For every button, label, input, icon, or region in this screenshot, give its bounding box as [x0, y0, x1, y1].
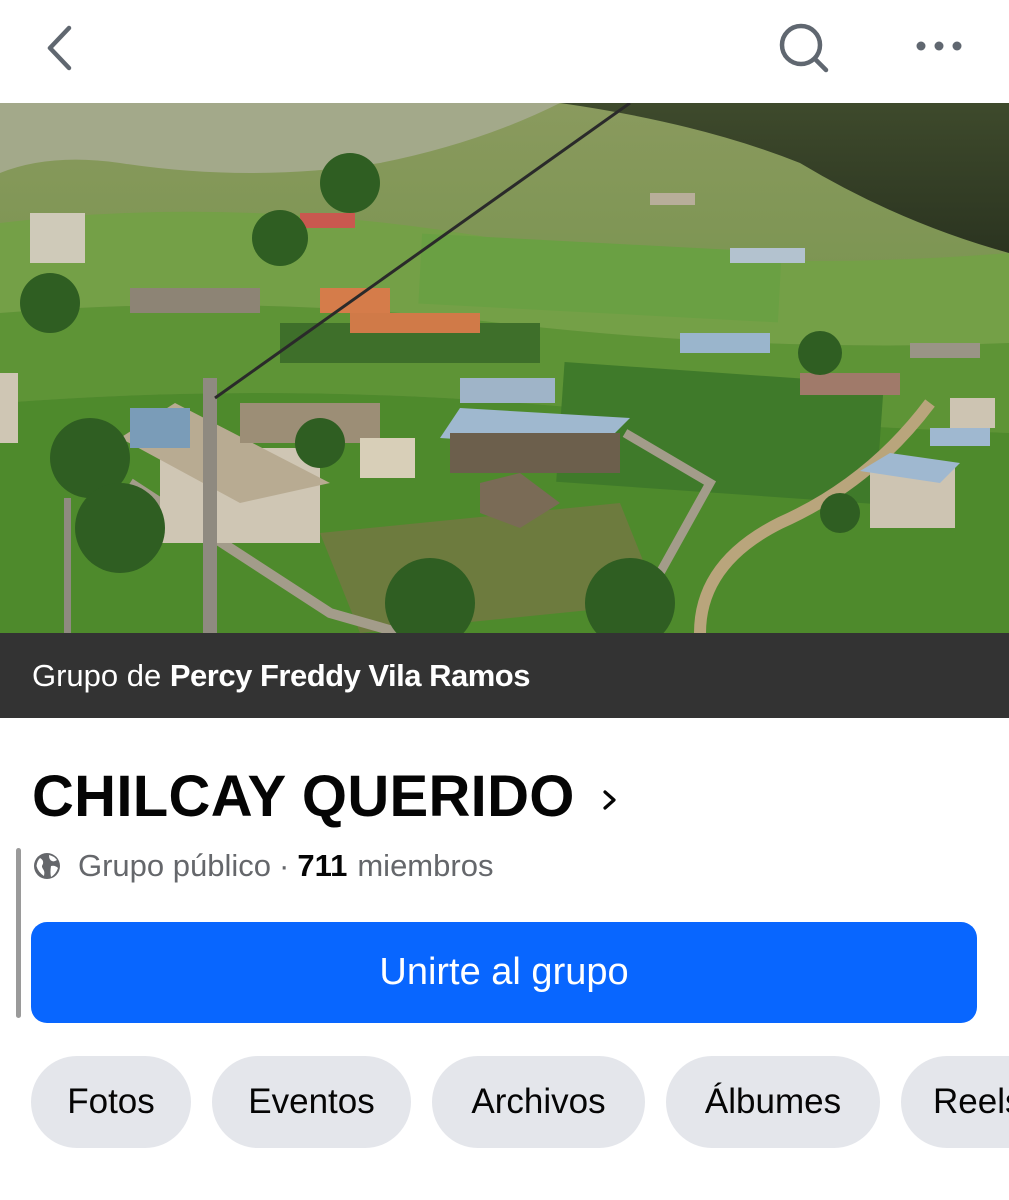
cover-photo[interactable]	[0, 103, 1009, 633]
group-title-link[interactable]: CHILCAY QUERIDO	[32, 756, 621, 836]
chip-archivos[interactable]: Archivos	[432, 1056, 645, 1148]
top-app-bar	[0, 0, 1009, 103]
join-group-button[interactable]: Unirte al grupo	[31, 922, 977, 1023]
search-button[interactable]	[774, 18, 834, 78]
back-button[interactable]	[34, 20, 90, 76]
chevron-left-icon	[47, 25, 72, 71]
member-count[interactable]: 711	[297, 848, 347, 884]
group-page: Grupo de Percy Freddy Vila Ramos CHILCAY…	[0, 0, 1009, 1200]
section-chips: Fotos Eventos Archivos Álbumes Reels	[0, 1056, 1009, 1148]
group-title: CHILCAY QUERIDO	[32, 763, 575, 829]
members-label[interactable]: miembros	[357, 848, 493, 884]
privacy-label: Grupo público	[78, 848, 272, 883]
globe-icon	[34, 853, 60, 879]
cover-photo-image	[0, 103, 1009, 633]
owner-name-link[interactable]: Percy Freddy Vila Ramos	[170, 658, 531, 693]
owner-prefix: Grupo de	[32, 657, 170, 693]
chip-reels[interactable]: Reels	[901, 1056, 1009, 1148]
group-meta: Grupo público · 711 miembros	[32, 842, 493, 890]
group-owner-strip: Grupo de Percy Freddy Vila Ramos	[0, 633, 1009, 718]
chevron-right-icon	[603, 790, 616, 810]
more-horizontal-icon	[916, 41, 962, 51]
meta-separator: ·	[279, 848, 290, 883]
more-options-button[interactable]	[908, 22, 970, 70]
chip-fotos[interactable]: Fotos	[31, 1056, 191, 1148]
chip-eventos[interactable]: Eventos	[212, 1056, 411, 1148]
search-icon	[779, 23, 829, 73]
scroll-indicator	[16, 848, 21, 1018]
chip-albumes[interactable]: Álbumes	[666, 1056, 880, 1148]
